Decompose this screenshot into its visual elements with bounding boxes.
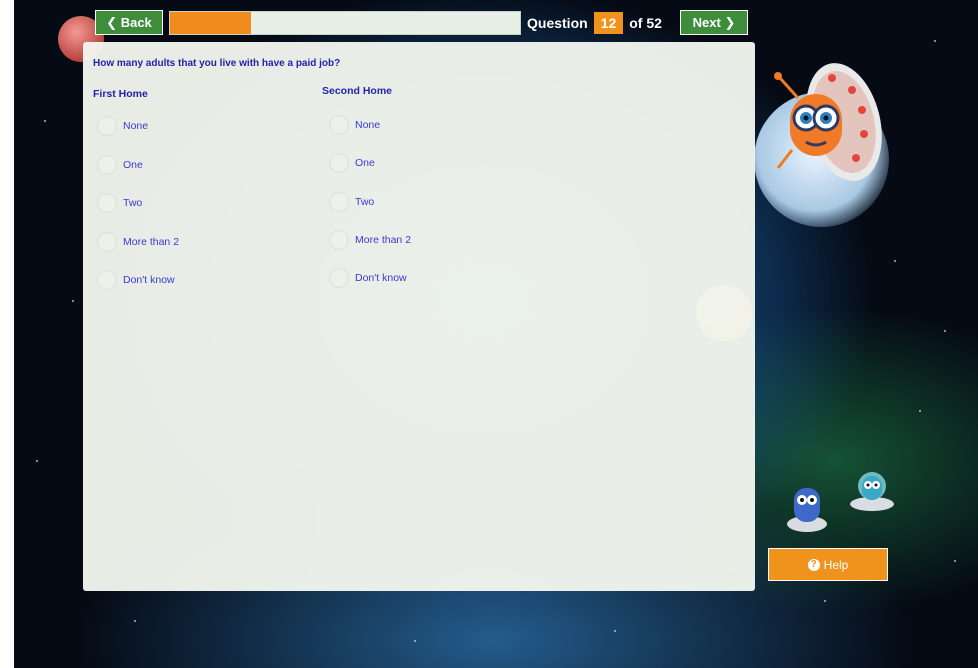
question-text: How many adults that you live with have … [93,58,341,69]
option-label: None [355,119,381,131]
second-home-option-two[interactable]: Two [329,192,374,212]
question-navigation-bar: ❮ Back Question 12 of 52 Next ❯ [95,10,749,37]
first-home-option-more-than-2[interactable]: More than 2 [97,232,179,252]
question-panel: How many adults that you live with have … [83,42,755,591]
option-label: More than 2 [123,236,180,248]
option-label: None [123,120,149,132]
radio-button[interactable] [97,155,117,175]
radio-button[interactable] [329,153,349,173]
second-home-option-dont-know[interactable]: Don't know [329,268,407,288]
question-word: Question [527,14,588,31]
help-button[interactable]: ? Help [768,548,888,581]
back-button[interactable]: ❮ Back [95,10,163,35]
first-home-option-none[interactable]: None [97,116,148,136]
option-label: One [355,157,375,169]
small-alien-ufo-illustration [787,488,827,532]
next-button[interactable]: Next ❯ [680,10,748,35]
radio-button[interactable] [97,270,117,290]
second-home-heading: Second Home [322,85,393,97]
radio-button[interactable] [329,268,349,288]
first-home-option-two[interactable]: Two [97,193,142,213]
option-label: More than 2 [355,234,412,246]
help-label: Help [823,557,849,572]
first-home-option-dont-know[interactable]: Don't know [97,270,175,290]
small-alien-saucer-illustration [850,472,894,511]
radio-button[interactable] [329,230,349,250]
first-home-heading: First Home [93,88,148,100]
radio-button[interactable] [329,192,349,212]
question-total: of 52 [629,14,662,31]
option-label: One [123,159,143,171]
radio-button[interactable] [97,116,117,136]
question-circle-icon: ? [807,558,820,571]
first-home-option-one[interactable]: One [97,155,143,175]
second-home-option-one[interactable]: One [329,153,375,173]
option-label: Two [123,197,143,209]
radio-button[interactable] [97,232,117,252]
radio-button[interactable] [329,115,349,135]
alien-spaceship-illustration [774,63,882,181]
question-number-badge: 12 [593,11,624,34]
progress-bar [169,11,521,35]
radio-button[interactable] [97,193,117,213]
second-home-option-more-than-2[interactable]: More than 2 [329,230,411,250]
option-label: Two [355,196,375,208]
option-label: Don't know [355,272,407,284]
option-label: Don't know [123,274,175,286]
progress-bar-fill [170,12,251,34]
second-home-option-none[interactable]: None [329,115,380,135]
question-counter: Question 12 of 52 [527,10,662,35]
